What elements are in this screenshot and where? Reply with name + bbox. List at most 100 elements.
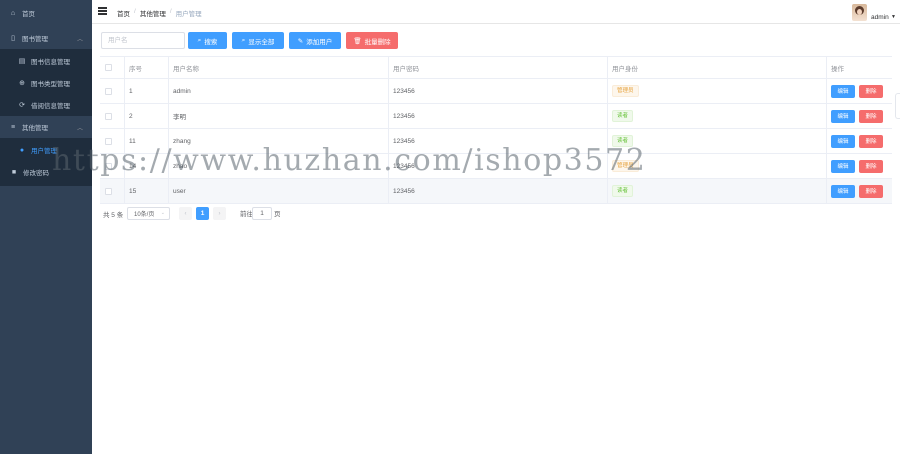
delete-button[interactable]: 删除 xyxy=(859,134,883,148)
search-button[interactable]: ⌕ 搜索 xyxy=(188,32,227,49)
hamburger-icon[interactable] xyxy=(98,7,107,15)
sidebar-item-borrow-info[interactable]: ⟳ 借阅信息管理 xyxy=(0,94,92,116)
role-badge: 管理员 xyxy=(612,160,639,172)
cell-id: 1 xyxy=(124,79,167,103)
user-table: 序号 用户名称 用户密码 用户身份 操作 1 admin 123456 管理员 … xyxy=(100,56,892,204)
delete-button[interactable]: 删除 xyxy=(859,159,883,173)
table-row: 11 zhang 123456 读者 编辑 删除 xyxy=(100,129,892,154)
username[interactable]: admin xyxy=(871,14,889,21)
table-row: 2 李明 123456 读者 编辑 删除 xyxy=(100,104,892,129)
chevron-up-icon: ︿ xyxy=(76,126,83,132)
prev-page-button[interactable]: ‹ xyxy=(179,207,192,220)
show-all-button-label: 显示全部 xyxy=(248,38,275,46)
sidebar-item-books[interactable]: ▯ 图书管理 ︿ xyxy=(0,27,92,49)
sidebar-item-label: 图书信息管理 xyxy=(31,59,70,66)
goto-page-input[interactable] xyxy=(252,207,272,220)
row-checkbox[interactable] xyxy=(105,112,112,120)
table-row: 14 zhao 123456 管理员 编辑 删除 xyxy=(100,154,892,179)
page-number-current[interactable]: 1 xyxy=(196,207,209,220)
cell-password: 123456 xyxy=(388,154,607,178)
sidebar-item-book-info[interactable]: ▤ 图书信息管理 xyxy=(0,50,92,72)
page-size-value: 10条/页 xyxy=(134,212,155,218)
home-icon: ⌂ xyxy=(10,9,16,17)
sidebar-item-label: 其他管理 xyxy=(22,125,48,132)
column-header-name: 用户名称 xyxy=(168,57,388,78)
role-badge: 读者 xyxy=(612,185,634,197)
edit-button[interactable]: 编辑 xyxy=(831,184,855,198)
menu-icon: ≡ xyxy=(10,123,16,131)
breadcrumb-separator: / xyxy=(169,8,172,15)
avatar[interactable] xyxy=(852,4,867,21)
chevron-down-icon: ⌄ xyxy=(160,210,165,216)
user-icon: ● xyxy=(19,146,25,154)
sidebar-item-home[interactable]: ⌂ 首页 xyxy=(0,2,92,24)
batch-delete-button[interactable]: 🗑 批量删除 xyxy=(346,32,398,49)
row-checkbox[interactable] xyxy=(105,187,112,195)
edit-button[interactable]: 编辑 xyxy=(831,84,855,98)
chevron-up-icon: ︿ xyxy=(76,37,83,43)
cell-id: 14 xyxy=(124,154,167,178)
cell-id: 11 xyxy=(124,129,167,153)
sidebar-item-label: 借阅信息管理 xyxy=(31,103,70,110)
role-badge: 读者 xyxy=(612,135,634,147)
top-header: 首页 / 其他管理 / 用户管理 admin ▼ xyxy=(92,0,900,24)
sidebar-item-user-manage[interactable]: ● 用户管理 xyxy=(0,139,92,161)
row-checkbox[interactable] xyxy=(105,162,112,170)
batch-delete-button-label: 批量删除 xyxy=(364,38,391,46)
refresh-icon: ⟳ xyxy=(19,102,25,109)
breadcrumb-separator: / xyxy=(134,8,136,15)
edit-button[interactable]: 编辑 xyxy=(831,134,855,148)
select-all-checkbox[interactable] xyxy=(105,64,112,71)
role-badge: 读者 xyxy=(612,110,634,122)
sidebar-item-other[interactable]: ≡ 其他管理 ︿ xyxy=(0,116,92,138)
table-row: 15 user 123456 读者 编辑 删除 xyxy=(100,179,892,204)
sidebar-item-change-password[interactable]: ■ 修改密码 xyxy=(0,161,92,183)
cell-id: 2 xyxy=(124,104,167,128)
column-header-id: 序号 xyxy=(124,57,167,78)
table-header-row: 序号 用户名称 用户密码 用户身份 操作 xyxy=(100,57,892,79)
breadcrumb: 首页 / 其他管理 / 用户管理 xyxy=(117,8,202,18)
search-input[interactable] xyxy=(101,32,185,49)
edit-button[interactable]: 编辑 xyxy=(831,109,855,123)
add-user-button[interactable]: ✎ 添加用户 xyxy=(289,32,341,49)
side-drawer-handle[interactable] xyxy=(895,93,900,119)
search-icon: ⌕ xyxy=(197,36,202,44)
column-header-password: 用户密码 xyxy=(388,57,607,78)
next-page-button[interactable]: › xyxy=(213,207,226,220)
sidebar-item-label: 修改密码 xyxy=(23,170,49,177)
sidebar-item-label: 图书管理 xyxy=(22,36,48,43)
delete-button[interactable]: 删除 xyxy=(859,184,883,198)
cell-password: 123456 xyxy=(388,179,607,203)
circle-plus-icon: ⊕ xyxy=(19,80,25,87)
breadcrumb-other: 其他管理 xyxy=(139,11,166,18)
sidebar-item-book-types[interactable]: ⊕ 图书类型管理 xyxy=(0,72,92,94)
cell-password: 123456 xyxy=(388,79,607,103)
sidebar: ⌂ 首页 ▯ 图书管理 ︿ ▤ 图书信息管理 ⊕ 图书类型管理 ⟳ 借阅信息管理… xyxy=(0,0,92,454)
sidebar-item-label: 首页 xyxy=(22,11,35,18)
delete-button[interactable]: 删除 xyxy=(859,84,883,98)
pagination-total: 共 5 条 xyxy=(103,211,124,219)
select-all-cell xyxy=(100,57,123,78)
cell-password: 123456 xyxy=(388,104,607,128)
breadcrumb-current: 用户管理 xyxy=(175,11,202,18)
sidebar-item-label: 用户管理 xyxy=(31,148,57,155)
column-header-role: 用户身份 xyxy=(607,57,826,78)
breadcrumb-home[interactable]: 首页 xyxy=(117,8,130,18)
cell-name: admin xyxy=(168,79,388,103)
column-header-actions: 操作 xyxy=(826,57,892,78)
edit-button[interactable]: 编辑 xyxy=(831,159,855,173)
cell-id: 15 xyxy=(124,179,167,203)
row-checkbox[interactable] xyxy=(105,137,112,145)
delete-button[interactable]: 删除 xyxy=(859,109,883,123)
row-checkbox[interactable] xyxy=(105,87,112,95)
book-icon: ▯ xyxy=(11,35,15,42)
document-icon: ▤ xyxy=(18,58,26,65)
cell-name: zhang xyxy=(168,129,388,153)
page-size-select[interactable]: 10条/页 ⌄ xyxy=(127,207,170,220)
cell-name: user xyxy=(168,179,388,203)
edit-icon: ✎ xyxy=(297,37,304,45)
caret-down-icon[interactable]: ▼ xyxy=(891,14,896,20)
show-all-button[interactable]: ⌕ 显示全部 xyxy=(232,32,284,49)
role-badge: 管理员 xyxy=(612,85,639,97)
table-row: 1 admin 123456 管理员 编辑 删除 xyxy=(100,79,892,104)
